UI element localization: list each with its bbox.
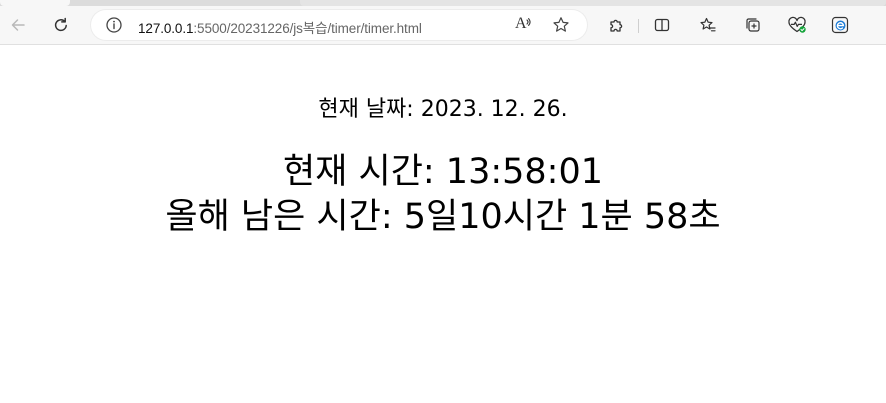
extensions-button[interactable] [604, 12, 630, 38]
star-icon [552, 16, 570, 34]
puzzle-icon [608, 16, 626, 34]
refresh-button[interactable] [48, 12, 74, 38]
split-screen-icon [653, 16, 671, 34]
favorites-icon [699, 16, 717, 34]
collections-button[interactable] [740, 12, 766, 38]
back-button[interactable] [5, 12, 31, 38]
read-aloud-button[interactable]: A [510, 12, 536, 38]
site-info-button[interactable] [101, 12, 127, 38]
back-arrow-icon [9, 16, 27, 34]
address-bar[interactable]: 127.0.0.1:5500/20231226/js복습/timer/timer… [91, 10, 587, 40]
refresh-icon [52, 16, 70, 34]
url-host: 127.0.0.1 [138, 21, 194, 36]
url-text[interactable]: 127.0.0.1:5500/20231226/js복습/timer/timer… [138, 17, 422, 37]
current-time: 현재 시간: 13:58:01 [282, 152, 604, 192]
page-content: 현재 날짜: 2023. 12. 26. 현재 시간: 13:58:01 올해 … [0, 45, 886, 403]
remaining-time: 올해 남은 시간: 5일10시간 1분 58초 [165, 197, 721, 237]
url-path: :5500/20231226/js복습/timer/timer.html [193, 21, 422, 36]
add-favorite-button[interactable] [548, 12, 574, 38]
info-icon [105, 16, 123, 34]
edge-icon [831, 16, 849, 34]
current-date: 현재 날짜: 2023. 12. 26. [318, 97, 568, 122]
toolbar-separator [638, 19, 639, 33]
split-screen-button[interactable] [649, 12, 675, 38]
collections-icon [744, 16, 762, 34]
browser-essentials-button[interactable] [784, 12, 810, 38]
favorites-button[interactable] [695, 12, 721, 38]
heart-pulse-icon [787, 16, 807, 34]
edge-bar-button[interactable] [827, 12, 853, 38]
read-aloud-icon: A [514, 15, 532, 34]
browser-toolbar: 127.0.0.1:5500/20231226/js복습/timer/timer… [0, 6, 886, 45]
